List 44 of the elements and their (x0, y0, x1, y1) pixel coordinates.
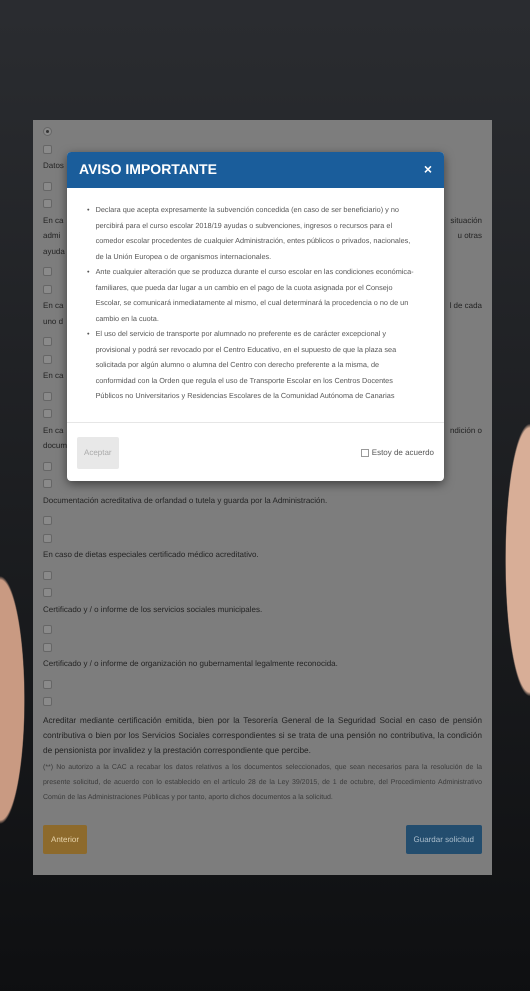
checkbox[interactable] (43, 642, 52, 652)
form-text: l de cada (450, 300, 482, 312)
form-text: ayuda (43, 246, 65, 258)
checkbox[interactable] (43, 337, 52, 346)
form-text: En caso de dietas especiales certificado médico acreditativo. (43, 549, 259, 561)
form-text: En ca (43, 424, 64, 436)
checkbox[interactable] (43, 354, 52, 364)
checkbox[interactable] (43, 144, 52, 154)
form-text: u otras (458, 230, 482, 242)
radio-button[interactable] (43, 127, 52, 136)
checkbox[interactable] (43, 392, 52, 401)
close-button[interactable]: × (424, 162, 432, 178)
form-text: Certificado y / o informe de los servicios sociales municipales. (43, 604, 262, 616)
form-text: Datos (43, 160, 64, 172)
checkbox[interactable] (43, 588, 52, 598)
back-button[interactable]: Anterior (43, 824, 88, 854)
form-text: En ca (43, 214, 64, 226)
checkbox[interactable] (43, 284, 52, 294)
checkbox[interactable] (43, 409, 52, 418)
agree-label: Estoy de acuerdo (372, 447, 434, 459)
checkbox[interactable] (43, 462, 52, 471)
checkbox[interactable] (43, 625, 52, 634)
form-text: En ca (43, 300, 64, 312)
checkbox[interactable] (43, 199, 52, 208)
checkbox[interactable] (43, 479, 52, 488)
checkbox[interactable] (43, 570, 52, 580)
form-text: docum (43, 440, 68, 452)
form-text: ndición o (450, 424, 482, 436)
form-text: Documentación acreditativa de orfandad o tutela y guarda por la Administración. (43, 494, 328, 507)
checkbox[interactable] (43, 516, 52, 526)
form-text: En ca (43, 370, 64, 382)
form-text: situación (450, 214, 482, 226)
form-text: admi (43, 230, 60, 242)
checkbox[interactable] (43, 697, 52, 706)
modal-title: AVISO IMPORTANTE (79, 162, 217, 178)
form-text: Certificado y / o informe de organización no gubernamental legalmente reconocida. (43, 658, 338, 670)
checkbox[interactable] (43, 534, 52, 543)
form-paragraph: Acreditar mediante certificación emitida, bien por la Tesorería General de la Seguridad Social en caso de pensión contributiva o bien por los Servicios Sociales correspondientes si se trata de una pensión no contributiva, la condición de pensionista por invalidez y la prestación correspondiente que percibe. (43, 714, 482, 757)
save-button[interactable]: Guardar solicitud (406, 824, 482, 854)
checkbox[interactable] (43, 267, 52, 276)
checkbox[interactable] (43, 680, 52, 689)
agree-checkbox[interactable] (360, 448, 369, 457)
checkbox[interactable] (43, 182, 52, 191)
form-text: uno d (43, 316, 64, 328)
